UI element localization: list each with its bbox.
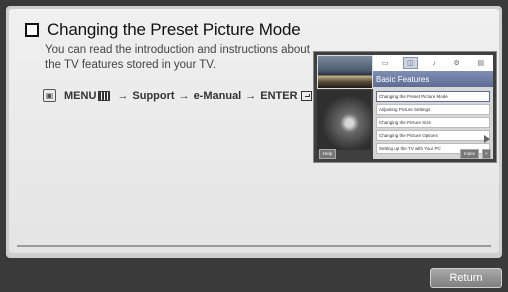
preview-header: Basic Features [373,71,493,87]
path-enter: ENTER [260,89,298,102]
preview-list: Changing the Preset Picture Mode Adjusti… [376,91,490,156]
return-button[interactable]: Return [430,268,502,288]
preview-menu: ▭ ◫ ♪ ⚙ ▤ Basic Features Changing the Pr… [373,55,493,159]
preview-list-item: Changing the Picture Size [376,117,490,128]
emanual-preview: ▭ ◫ ♪ ⚙ ▤ Basic Features Changing the Pr… [313,51,497,163]
content-panel: Changing the Preset Picture Mode You can… [9,9,499,253]
page-title: Changing the Preset Picture Mode [47,20,301,39]
preview-help-button: Help [319,149,337,159]
path-support: Support [132,89,175,102]
preview-tab-bar: ▭ ◫ ♪ ⚙ ▤ [373,55,493,71]
checkbox-icon [25,23,39,37]
preview-index-button: Index [460,149,480,159]
title-row: Changing the Preset Picture Mode [25,20,301,40]
preview-list-item: Changing the Preset Picture Mode [376,91,490,102]
description: You can read the introduction and instru… [45,44,310,71]
enter-icon [300,90,312,101]
path-menu: MENU [64,89,97,102]
menu-icon [98,90,111,101]
path-arrow-2: → [178,89,190,102]
path-arrow-3: → [245,89,257,102]
more-icon: ▤ [477,60,485,67]
settings-icon: ⚙ [453,60,460,67]
content-frame: Changing the Preset Picture Mode You can… [6,6,502,258]
preview-footer: Help Index × [314,148,496,160]
path-emanual: e-Manual [193,89,242,102]
divider [17,245,491,247]
path-arrow-1: → [117,89,129,102]
picture-icon: ◫ [403,57,418,69]
preview-image-landscape [317,55,373,89]
preview-close-button: × [482,149,491,159]
next-page-arrow-icon[interactable] [484,135,490,143]
preview-image-cubes [317,90,371,150]
menu-path: ▣ MENU → Support → e-Manual → ENTER [43,89,312,102]
remote-icon: ▣ [43,89,56,102]
sound-icon: ♪ [432,59,436,67]
preview-list-item: Changing the Picture Options [376,130,490,141]
tv-icon: ▭ [381,60,389,67]
preview-list-item: Adjusting Picture Settings [376,104,490,115]
